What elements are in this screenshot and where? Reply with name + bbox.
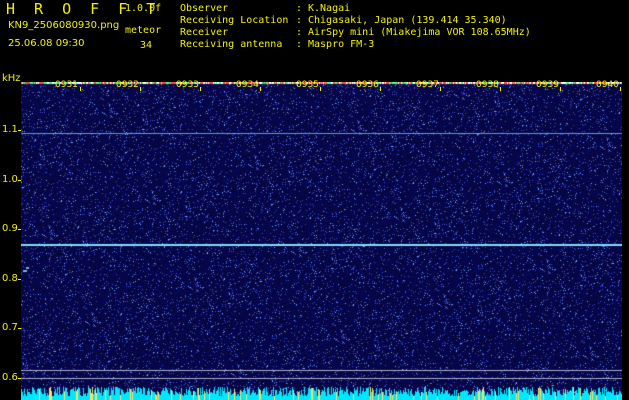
y-axis-unit: kHz [2,73,21,84]
location-label: Receiving Location [180,15,289,26]
x-tick-label: 0932 [116,80,139,90]
x-tick-label: 0937 [416,80,439,90]
y-tick-label: 1.1 [2,124,18,135]
info-separator: : [296,39,303,50]
observer-label: Observer [180,3,229,14]
x-tick-label: 0931 [55,80,78,90]
info-separator: : [296,3,303,14]
x-tick-mark [560,87,561,91]
antenna-value: Maspro FM-3 [308,39,375,50]
receiver-value: AirSpy mini (Miakejima VOR 108.65MHz) [308,27,531,38]
file-name: KN9_2506080930.png [8,20,120,31]
spectrogram-plot [21,82,622,400]
receiver-label: Receiver [180,27,229,38]
datetime: 25.06.08 09:30 [8,38,85,49]
x-tick-mark [260,87,261,91]
x-tick-label: 0934 [236,80,259,90]
x-tick-label: 0933 [176,80,199,90]
x-tick-mark [80,87,81,91]
meteor-label: meteor [125,25,162,36]
y-tick-label: 0.9 [2,223,18,234]
x-tick-mark [500,87,501,91]
y-tick-label: 0.7 [2,322,18,333]
meteor-count: 34 [140,40,153,51]
x-tick-label: 0939 [536,80,559,90]
x-tick-mark [380,87,381,91]
version-label: 1.0.0f [125,3,162,14]
y-tick-label: 0.8 [2,273,18,284]
x-tick-mark [320,87,321,91]
x-tick-label: 0936 [356,80,379,90]
x-tick-mark [140,87,141,91]
info-separator: : [296,15,303,26]
antenna-label: Receiving antenna [180,39,283,50]
x-tick-label: 0935 [296,80,319,90]
x-tick-mark [200,87,201,91]
x-tick-label: 0938 [476,80,499,90]
x-tick-mark [620,87,621,91]
y-tick-label: 0.6 [2,372,18,383]
x-tick-mark [440,87,441,91]
location-value: Chigasaki, Japan (139.414 35.340) [308,15,507,26]
x-tick-label: 0940 [596,80,619,90]
y-tick-label: 1.0 [2,174,18,185]
observer-value: K.Nagai [308,3,351,14]
info-separator: : [296,27,303,38]
